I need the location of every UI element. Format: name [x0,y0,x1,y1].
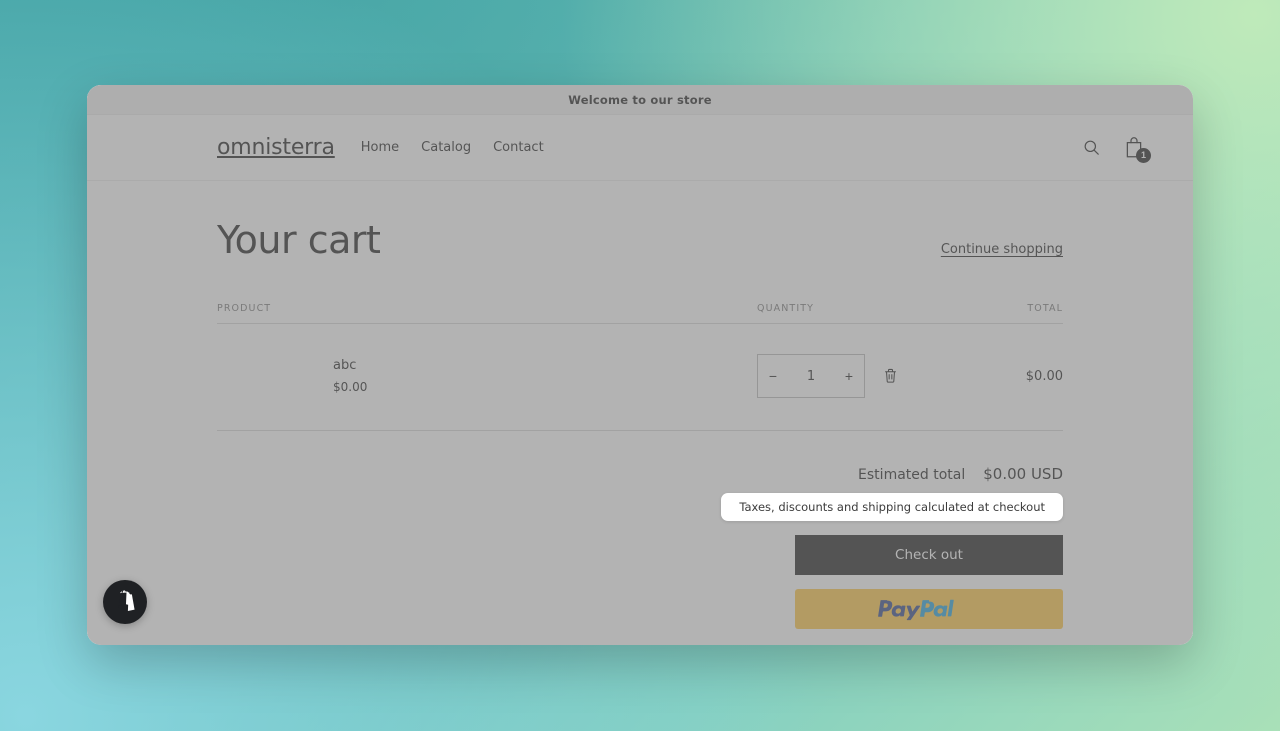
nav-item-home[interactable]: Home [361,140,399,155]
store-window: Welcome to our store omnisterra Home Cat… [87,85,1193,645]
totals-line: Estimated total $0.00 USD [858,465,1063,483]
cart-icon[interactable]: 1 [1123,136,1151,163]
shopify-bag-icon [117,590,135,612]
announcement-bar: Welcome to our store [87,85,1193,115]
main-nav: Home Catalog Contact [361,140,544,155]
column-header-total: TOTAL [1027,303,1063,314]
quantity-increase-button[interactable]: + [834,355,864,397]
checkout-button[interactable]: Check out [795,535,1063,575]
page-title: Your cart [217,218,381,262]
nav-item-catalog[interactable]: Catalog [421,140,471,155]
estimated-total-value: $0.00 USD [983,465,1063,483]
nav-item-contact[interactable]: Contact [493,140,544,155]
brand-logo[interactable]: omnisterra [217,135,335,160]
line-item-total: $0.00 [1025,368,1063,384]
estimated-total-label: Estimated total [858,467,966,483]
product-cell: abc $0.00 [217,358,757,394]
cart-header-row: Your cart Continue shopping [217,221,1063,259]
announcement-text: Welcome to our store [568,92,712,107]
product-unit-price: $0.00 [333,380,368,394]
quantity-value[interactable]: 1 [788,369,834,384]
cart-table-header: PRODUCT QUANTITY TOTAL [217,303,1063,324]
column-header-product: PRODUCT [217,303,272,314]
cart-table: PRODUCT QUANTITY TOTAL abc $0.00 − 1 + $… [217,303,1063,431]
cart-line-item-row: abc $0.00 − 1 + $0.00 [217,324,1063,431]
tax-note-tooltip: Taxes, discounts and shipping calculated… [721,493,1063,521]
column-header-quantity: QUANTITY [757,303,815,314]
trash-icon[interactable] [879,364,902,388]
cart-page: Your cart Continue shopping PRODUCT QUAN… [87,181,1193,644]
shopify-chat-badge[interactable] [103,580,147,624]
quantity-stepper: − 1 + [757,354,865,398]
continue-shopping-link[interactable]: Continue shopping [941,242,1063,259]
quantity-decrease-button[interactable]: − [758,355,788,397]
quantity-cell: − 1 + [757,354,943,398]
search-icon[interactable] [1082,138,1101,157]
product-info: abc $0.00 [333,358,367,394]
header-actions: 1 [1082,136,1161,163]
product-name[interactable]: abc [333,358,367,373]
cart-count-badge: 1 [1136,148,1151,163]
paypal-button[interactable] [795,589,1063,629]
paypal-logo-icon [878,599,954,620]
site-header: omnisterra Home Catalog Contact 1 [87,115,1193,181]
cart-footer: Estimated total $0.00 USD Taxes, discoun… [217,431,1063,629]
